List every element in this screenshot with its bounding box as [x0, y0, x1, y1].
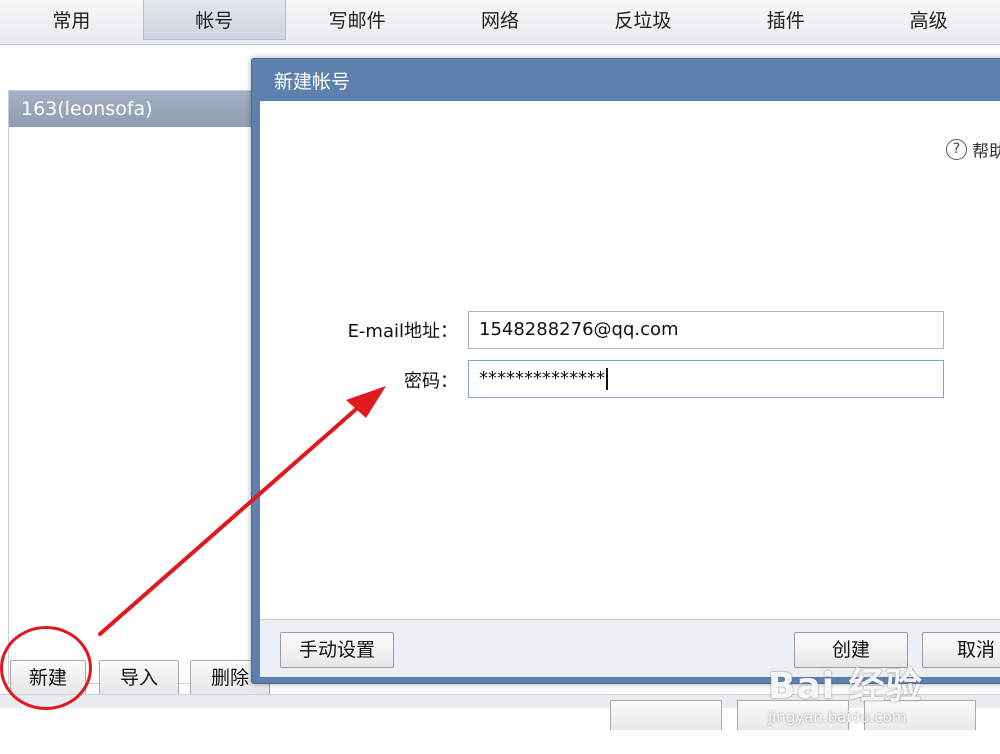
tab-advanced[interactable]: 高级 [857, 0, 1000, 40]
tab-compose[interactable]: 写邮件 [286, 0, 429, 40]
password-label: 密码： [404, 371, 458, 392]
help-link[interactable]: ? 帮助 [946, 137, 1000, 162]
text-caret [606, 368, 608, 390]
email-value: 1548288276@qq.com [479, 319, 679, 340]
import-account-button[interactable]: 导入 [99, 660, 179, 696]
bottom-button-1[interactable] [610, 700, 722, 730]
watermark-url: jingyan.baidu.com [768, 708, 907, 726]
account-list[interactable]: 163(leonsofa) [8, 90, 258, 684]
question-circle-icon: ? [946, 139, 967, 160]
new-account-dialog: 新建帐号 ? 帮助 E-mail地址： 1548288276@qq.com 密码… [251, 58, 1000, 684]
create-button[interactable]: 创建 [794, 632, 908, 668]
red-circle-annotation [0, 626, 92, 710]
settings-tab-bar: 常用 帐号 写邮件 网络 反垃圾 插件 高级 [0, 0, 1000, 45]
tab-anti-spam[interactable]: 反垃圾 [571, 0, 714, 40]
email-field[interactable]: 1548288276@qq.com [468, 311, 944, 349]
account-list-item[interactable]: 163(leonsofa) [9, 91, 257, 127]
baidu-jingyan-watermark: Bai 经验 jingyan.baidu.com [768, 666, 953, 727]
tab-plugins[interactable]: 插件 [714, 0, 857, 40]
tab-general[interactable]: 常用 [0, 0, 143, 40]
dialog-title: 新建帐号 [274, 71, 351, 93]
tab-account[interactable]: 帐号 [142, 0, 286, 40]
manual-setup-button[interactable]: 手动设置 [280, 632, 394, 668]
tab-network[interactable]: 网络 [429, 0, 572, 40]
password-value: ************** [479, 368, 605, 389]
dialog-body: ? 帮助 E-mail地址： 1548288276@qq.com 密码： ***… [260, 101, 1000, 677]
watermark-logo: Bai 经验 [768, 666, 923, 707]
help-label: 帮助 [972, 142, 1000, 162]
password-field[interactable]: ************** [468, 360, 944, 398]
cancel-button[interactable]: 取消 [922, 632, 1000, 668]
email-label: E-mail地址： [347, 321, 458, 342]
